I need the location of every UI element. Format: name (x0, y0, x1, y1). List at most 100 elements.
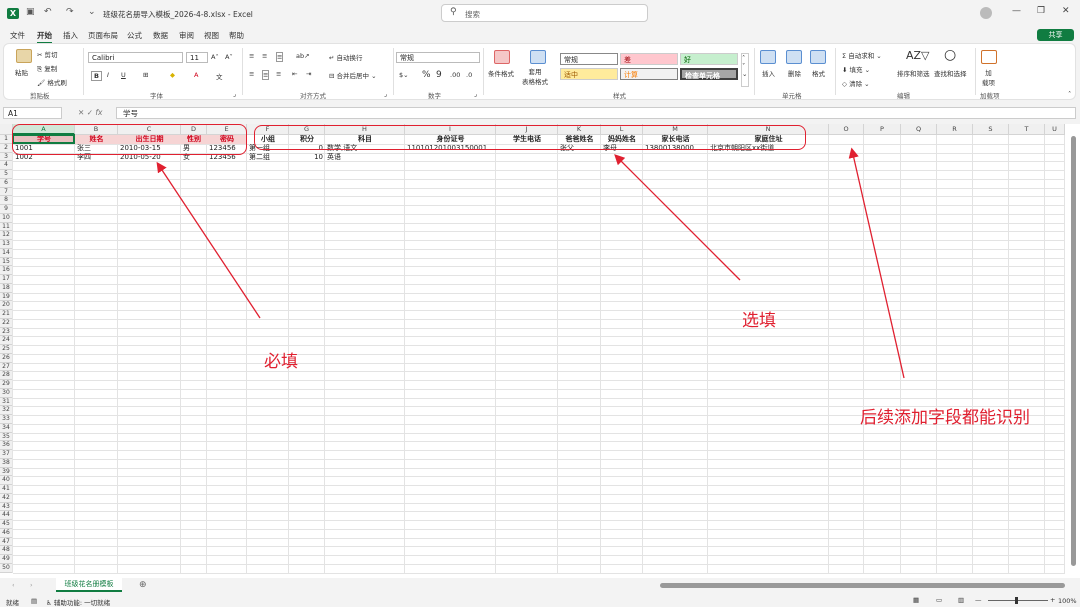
increase-indent-icon[interactable]: ⇥ (306, 70, 311, 78)
style-bad[interactable]: 差 (620, 53, 678, 65)
increase-decimal-icon[interactable]: .00 (450, 71, 460, 79)
minimize-icon[interactable]: — (1012, 6, 1021, 16)
accessibility-status[interactable]: ♿ 辅助功能: 一切就绪 (46, 597, 110, 607)
sort-filter-button[interactable]: 排序和筛选 (897, 68, 930, 78)
find-select-icon[interactable]: ○ (944, 47, 956, 63)
share-button[interactable]: 共享 (1037, 29, 1074, 41)
sheet-tab[interactable]: 班级花名册模板 (56, 578, 122, 592)
collapse-ribbon-icon[interactable]: ˄ (1068, 90, 1071, 98)
tab-file[interactable]: 文件 (10, 30, 25, 41)
border-icon[interactable]: ⊞ (143, 71, 148, 79)
avatar[interactable] (980, 7, 992, 19)
number-dialog-icon[interactable]: ⌟ (474, 90, 477, 98)
next-sheet-icon[interactable]: › (30, 581, 33, 589)
insert-cells-button[interactable]: 插入 (762, 68, 775, 78)
vertical-scrollbar[interactable] (1071, 136, 1076, 566)
orientation-icon[interactable]: ab↗ (296, 52, 310, 60)
sort-filter-icon[interactable]: AZ▽ (906, 49, 930, 62)
close-icon[interactable]: ✕ (1062, 6, 1070, 16)
align-center-icon[interactable]: ≡ (262, 70, 270, 80)
tab-insert[interactable]: 插入 (63, 30, 78, 41)
delete-cells-button[interactable]: 删除 (788, 68, 801, 78)
worksheet[interactable]: A B C D E F G H I J K L M N O P Q R S T U 1 2 3 4 5 6 7 8 9 10 11 12 13 14… (0, 124, 1080, 578)
tab-formulas[interactable]: 公式 (127, 30, 142, 41)
restore-icon[interactable]: ❐ (1037, 6, 1045, 16)
fx-icon[interactable]: fx (95, 108, 102, 117)
font-color-icon[interactable]: A (194, 71, 198, 79)
conditional-format-button[interactable]: 条件格式 (488, 68, 514, 78)
page-break-view-icon[interactable]: ▥ (958, 596, 964, 604)
shrink-font-icon[interactable]: A˅ (225, 53, 233, 61)
style-normal[interactable]: 常规 (560, 53, 618, 65)
comma-icon[interactable]: 9 (436, 70, 442, 80)
redo-icon[interactable]: ↷ (66, 7, 74, 17)
decrease-decimal-icon[interactable]: .0 (466, 71, 472, 79)
copy-button[interactable]: ⎘ 复制 (37, 63, 57, 74)
search-box[interactable]: ⚲ 搜索 (441, 4, 648, 22)
format-as-table-icon[interactable] (530, 50, 546, 64)
formula-buttons[interactable]: ✕ ✓ fx (78, 108, 102, 117)
tab-home[interactable]: 开始 (37, 30, 52, 44)
clear-button[interactable]: ◇ 清除 ⌄ (842, 78, 870, 88)
tab-data[interactable]: 数据 (153, 30, 168, 41)
grow-font-icon[interactable]: A˄ (211, 53, 219, 61)
merge-center-button[interactable]: ⊟ 合并后居中 ⌄ (329, 70, 377, 80)
save-icon[interactable]: ▣ (26, 7, 35, 17)
name-box[interactable]: A1 (3, 107, 62, 119)
format-cells-button[interactable]: 格式 (812, 68, 825, 78)
font-dialog-icon[interactable]: ⌟ (233, 90, 236, 98)
align-top-icon[interactable]: ≡ (249, 52, 254, 60)
formula-input[interactable]: 学号 (116, 107, 1076, 119)
add-sheet-icon[interactable]: ⊕ (139, 580, 147, 590)
alignment-dialog-icon[interactable]: ⌟ (384, 90, 387, 98)
font-size-select[interactable]: 11 (186, 52, 208, 63)
paste-button[interactable]: 粘贴 (15, 67, 28, 77)
format-cells-icon[interactable] (810, 50, 826, 64)
styles-more-icon[interactable]: ˄ ˅ ⌄ (741, 53, 749, 87)
align-left-icon[interactable]: ≡ (249, 70, 254, 78)
zoom-out-icon[interactable]: — (975, 596, 982, 604)
style-calculation[interactable]: 计算 (620, 68, 678, 80)
percent-icon[interactable]: % (422, 70, 431, 80)
format-as-table-button[interactable]: 套用 表格格式 (522, 66, 548, 86)
delete-cells-icon[interactable] (786, 50, 802, 64)
addins-icon[interactable] (981, 50, 997, 64)
page-layout-view-icon[interactable]: ▭ (936, 596, 942, 604)
insert-cells-icon[interactable] (760, 50, 776, 64)
addins-button[interactable]: 加 载项 (982, 67, 995, 87)
zoom-level[interactable]: 100% (1058, 597, 1077, 605)
font-name-select[interactable]: Calibri (88, 52, 183, 63)
enter-icon[interactable]: ✓ (87, 108, 93, 117)
macro-record-icon[interactable]: ▤ (31, 597, 37, 605)
cut-button[interactable]: ✂ 剪切 (37, 49, 58, 59)
conditional-format-icon[interactable] (494, 50, 510, 64)
align-bottom-icon[interactable]: ≡ (276, 52, 284, 62)
tab-view[interactable]: 视图 (204, 30, 219, 41)
phonetic-icon[interactable]: 文 (216, 71, 223, 81)
decrease-indent-icon[interactable]: ⇤ (292, 70, 297, 78)
normal-view-icon[interactable]: ▦ (913, 596, 919, 604)
prev-sheet-icon[interactable]: ‹ (12, 581, 15, 589)
zoom-slider[interactable] (988, 600, 1048, 601)
bold-button[interactable]: B (91, 71, 102, 81)
style-neutral[interactable]: 适中 (560, 68, 618, 80)
style-check-cell[interactable]: 检查单元格 (680, 68, 738, 80)
autosum-button[interactable]: Σ 自动求和 ⌄ (842, 50, 882, 60)
zoom-slider-thumb[interactable] (1015, 597, 1018, 604)
tab-page-layout[interactable]: 页面布局 (88, 30, 118, 41)
paste-icon[interactable] (16, 49, 32, 63)
underline-button[interactable]: U (121, 71, 126, 79)
fill-color-icon[interactable]: ◆ (170, 71, 175, 79)
customize-qat-icon[interactable]: ⌄ (88, 7, 96, 17)
zoom-in-icon[interactable]: + (1050, 596, 1055, 604)
style-good[interactable]: 好 (680, 53, 738, 65)
align-right-icon[interactable]: ≡ (276, 70, 281, 78)
undo-icon[interactable]: ↶ (44, 7, 52, 17)
format-painter-button[interactable]: 🖌 格式刷 (37, 77, 67, 87)
tab-help[interactable]: 帮助 (229, 30, 244, 41)
italic-button[interactable]: I (107, 71, 109, 79)
horizontal-scrollbar[interactable] (660, 583, 1065, 588)
currency-icon[interactable]: $⌄ (399, 71, 409, 79)
find-select-button[interactable]: 查找和选择 (934, 68, 967, 78)
cancel-icon[interactable]: ✕ (78, 108, 84, 117)
